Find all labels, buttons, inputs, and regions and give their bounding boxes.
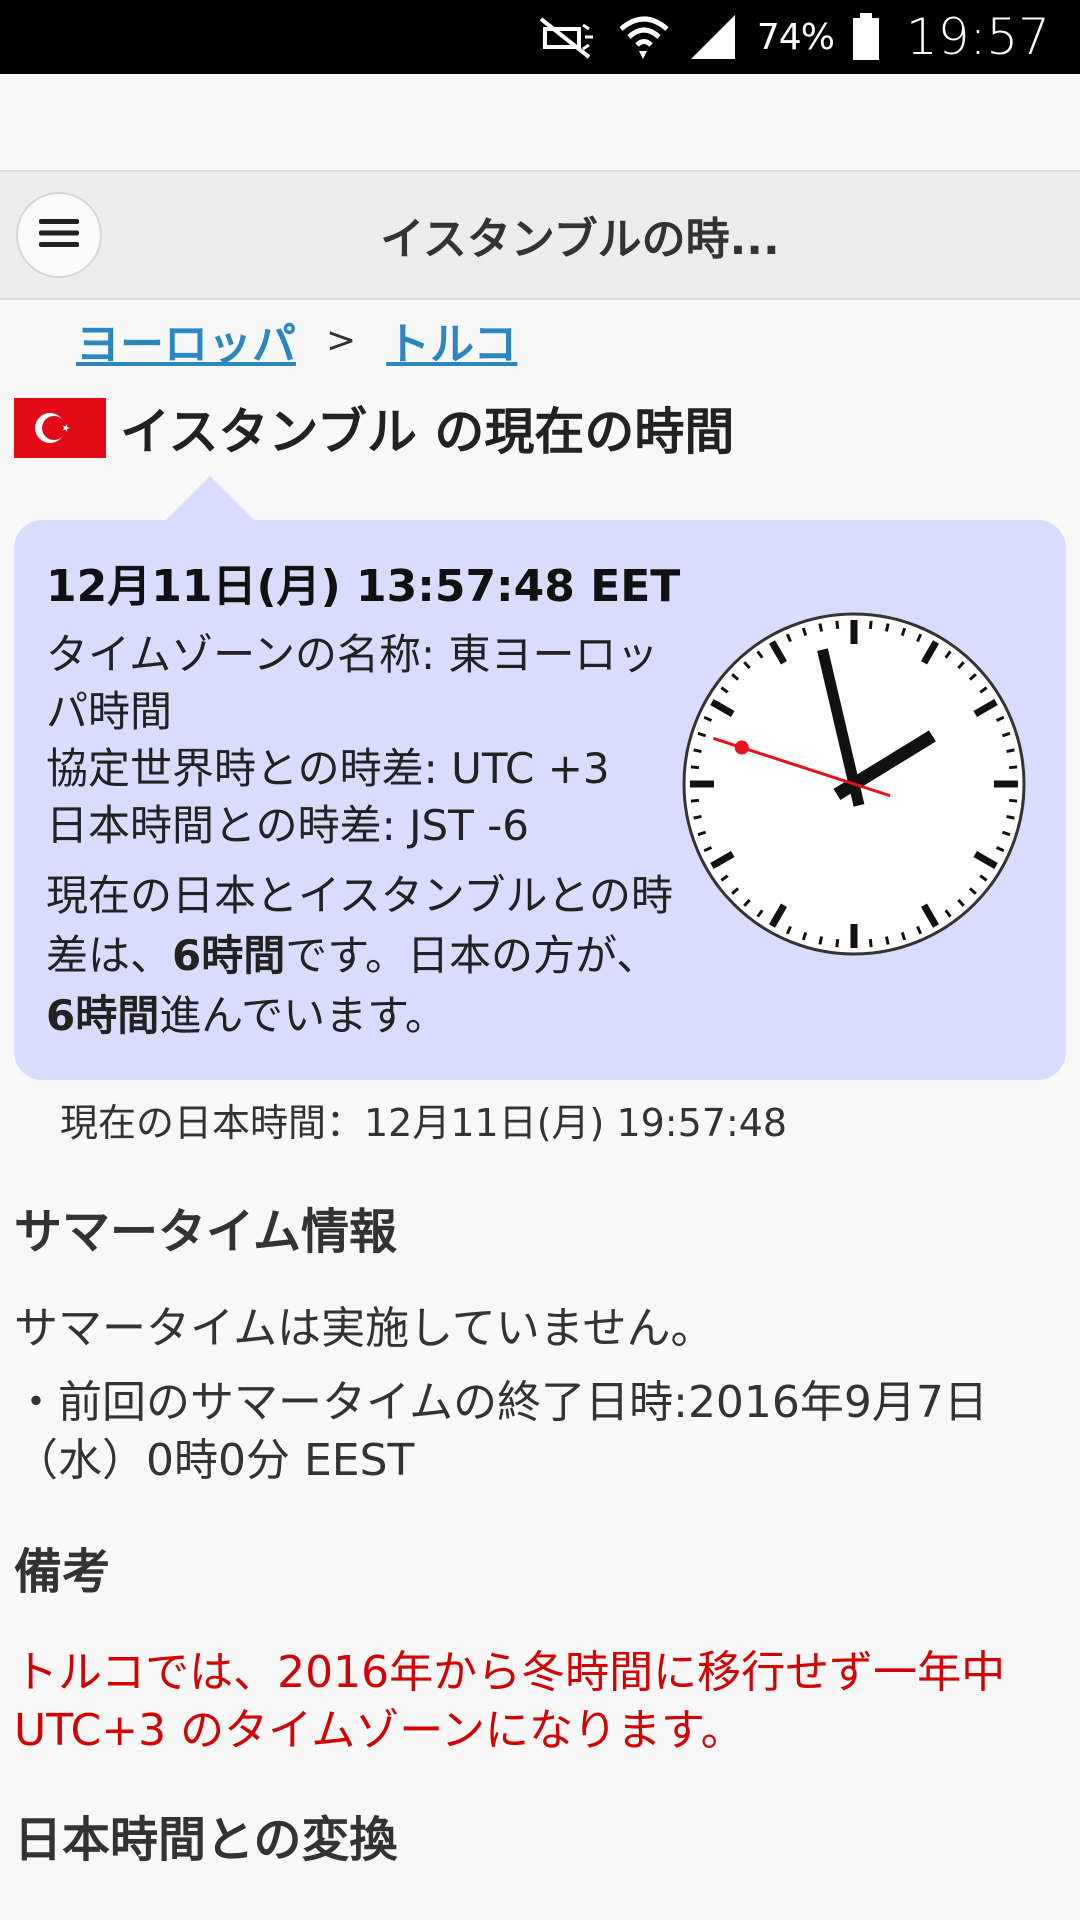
clock-second-dot bbox=[734, 740, 749, 755]
time-difference-text: 現在の日本とイスタンブルとの時差は、6時間です。日本の方が、6時間進んでいます。 bbox=[46, 871, 674, 1040]
utc-offset: 協定世界時との時差: UTC +3 bbox=[46, 744, 610, 793]
breadcrumb-link-europe[interactable]: ヨーロッパ bbox=[76, 308, 296, 372]
jst-offset: 日本時間との時差: JST -6 bbox=[46, 801, 530, 850]
timezone-name: タイムゾーンの名称: 東ヨーロッパ時間 bbox=[46, 630, 659, 736]
analog-clock-icon bbox=[682, 612, 1026, 956]
clock-minute-tick bbox=[868, 620, 873, 630]
battery-percent: 74% bbox=[756, 16, 835, 58]
breadcrumb-link-turkey[interactable]: トルコ bbox=[386, 308, 517, 372]
notes-warning-text: トルコでは、2016年から冬時間に移行せず一年中UTC+3 のタイムゾーンになり… bbox=[14, 1647, 1006, 1756]
clock-minute-tick bbox=[884, 936, 890, 945]
clock-minute-tick bbox=[690, 798, 700, 803]
diff-hours-1: 6時間 bbox=[172, 931, 286, 980]
breadcrumb: ヨーロッパ > トルコ bbox=[76, 310, 517, 370]
notes-heading: 備考 bbox=[14, 1544, 111, 1600]
mute-icon bbox=[537, 15, 599, 59]
current-time-card: 12月11日(月) 13:57:48 EET タイムゾーンの名称: 東ヨーロッパ… bbox=[14, 520, 1066, 1080]
app-header: イスタンブルの時... bbox=[0, 170, 1080, 300]
header-title: イスタンブルの時... bbox=[380, 214, 780, 265]
summer-time-status: サマータイムは実施していません。 bbox=[14, 1303, 715, 1354]
clock-minute-tick bbox=[690, 765, 700, 770]
menu-button[interactable] bbox=[16, 192, 102, 278]
hamburger-menu-icon bbox=[39, 217, 79, 253]
summer-time-last-end: ・前回のサマータイムの終了日時:2016年9月7日（水）0時0分 EEST bbox=[14, 1377, 988, 1486]
japan-current-time: 現在の日本時間：12月11日(月) 19:57:48 bbox=[60, 1101, 788, 1145]
cell-signal-icon bbox=[689, 13, 739, 61]
clock-minute-tick bbox=[818, 936, 824, 945]
page-title: イスタンブル の現在の時間 bbox=[120, 403, 735, 461]
clock-minute-tick bbox=[1008, 798, 1018, 803]
card-pointer bbox=[166, 476, 254, 520]
clock-minute-tick bbox=[818, 623, 824, 632]
breadcrumb-separator: > bbox=[326, 319, 357, 361]
status-bar: 74% 19:57 bbox=[0, 0, 1080, 74]
clock-minute-tick bbox=[868, 938, 873, 948]
clock-minute-tick bbox=[693, 748, 702, 754]
clock-minute-tick bbox=[835, 938, 840, 948]
wifi-icon bbox=[617, 13, 671, 61]
turkey-flag-icon bbox=[14, 398, 106, 458]
clock-minute-tick bbox=[693, 814, 702, 820]
clock-minute-tick bbox=[884, 623, 890, 632]
clock-minute-tick bbox=[1006, 748, 1015, 754]
card-text: 12月11日(月) 13:57:48 EET タイムゾーンの名称: 東ヨーロッパ… bbox=[46, 550, 686, 1046]
title-row: イスタンブル の現在の時間 bbox=[14, 388, 734, 468]
clock-minute-tick bbox=[835, 620, 840, 630]
clock-minute-tick bbox=[1006, 814, 1015, 820]
local-datetime: 12月11日(月) 13:57:48 EET bbox=[46, 561, 681, 612]
diff-hours-2: 6時間 bbox=[46, 991, 160, 1040]
battery-icon bbox=[852, 13, 880, 61]
blank-toolbar-area bbox=[0, 74, 1080, 170]
conversion-heading: 日本時間との変換 bbox=[14, 1812, 398, 1868]
summer-time-heading: サマータイム情報 bbox=[14, 1204, 398, 1260]
status-time: 19:57 bbox=[905, 8, 1050, 66]
clock-minute-tick bbox=[1008, 765, 1018, 770]
